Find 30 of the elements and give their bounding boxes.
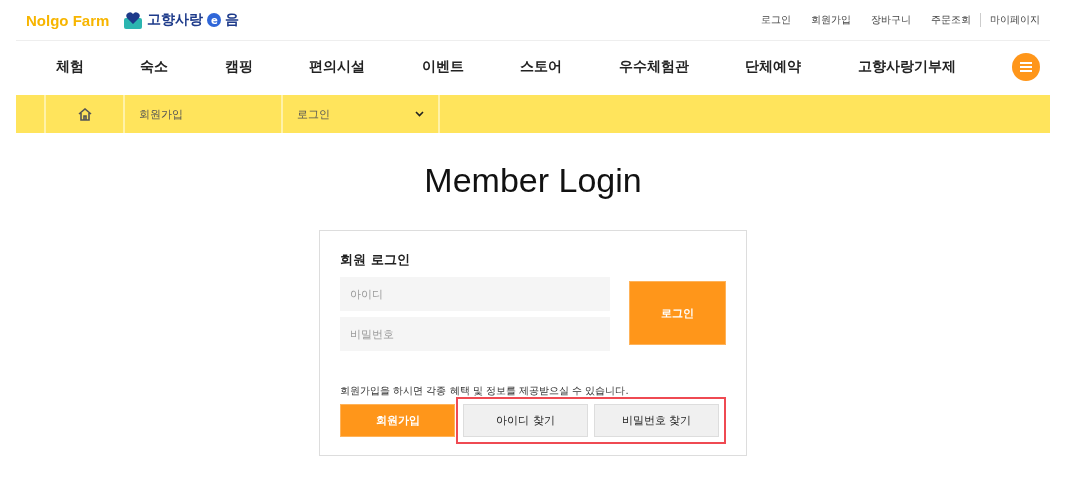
breadcrumb-item[interactable]: 회원가입 [139,106,184,122]
menu-icon [1019,62,1032,72]
nav-item[interactable]: 캠핑 [224,58,253,76]
top-link[interactable]: 주문조회 [931,13,971,27]
nav-item[interactable]: 고향사랑기부제 [857,58,956,76]
chevron-down-icon[interactable] [414,111,424,117]
top-link[interactable]: 회원가입 [811,13,851,27]
heart-envelope-icon [123,11,144,29]
password-field[interactable]: 비밀번호 [340,317,610,351]
find-button[interactable]: 아이디 찾기 [463,404,588,437]
nav-item[interactable]: 이벤트 [421,58,464,76]
find-button[interactable]: 비밀번호 찾기 [594,404,719,437]
top-link[interactable]: 로그인 [761,13,791,27]
id-field[interactable]: 아이디 [340,277,610,311]
top-link[interactable]: 장바구니 [871,13,911,27]
nav-item[interactable]: 단체예약 [745,58,802,76]
e-badge: e [207,13,222,27]
nav-item[interactable]: 숙소 [140,58,169,76]
nav-item[interactable]: 스토어 [520,58,563,76]
partner-logo-text[interactable]: 음 [225,11,240,29]
page-title: Member Login [424,161,642,200]
breadcrumb-item[interactable]: 로그인 [296,106,330,122]
home-icon[interactable] [77,107,92,121]
top-link[interactable]: 마이페이지 [980,13,1040,27]
nav-item[interactable]: 체험 [56,58,84,76]
nav-item[interactable]: 우수체험관 [618,58,689,76]
signup-note: 회원가입을 하시면 각종 혜택 및 정보를 제공받으실 수 있습니다. [340,384,630,398]
nav-item[interactable]: 편의시설 [309,58,366,76]
partner-logo-text[interactable]: 고향사랑 [147,11,204,29]
login-heading: 회원 로그인 [340,251,411,269]
